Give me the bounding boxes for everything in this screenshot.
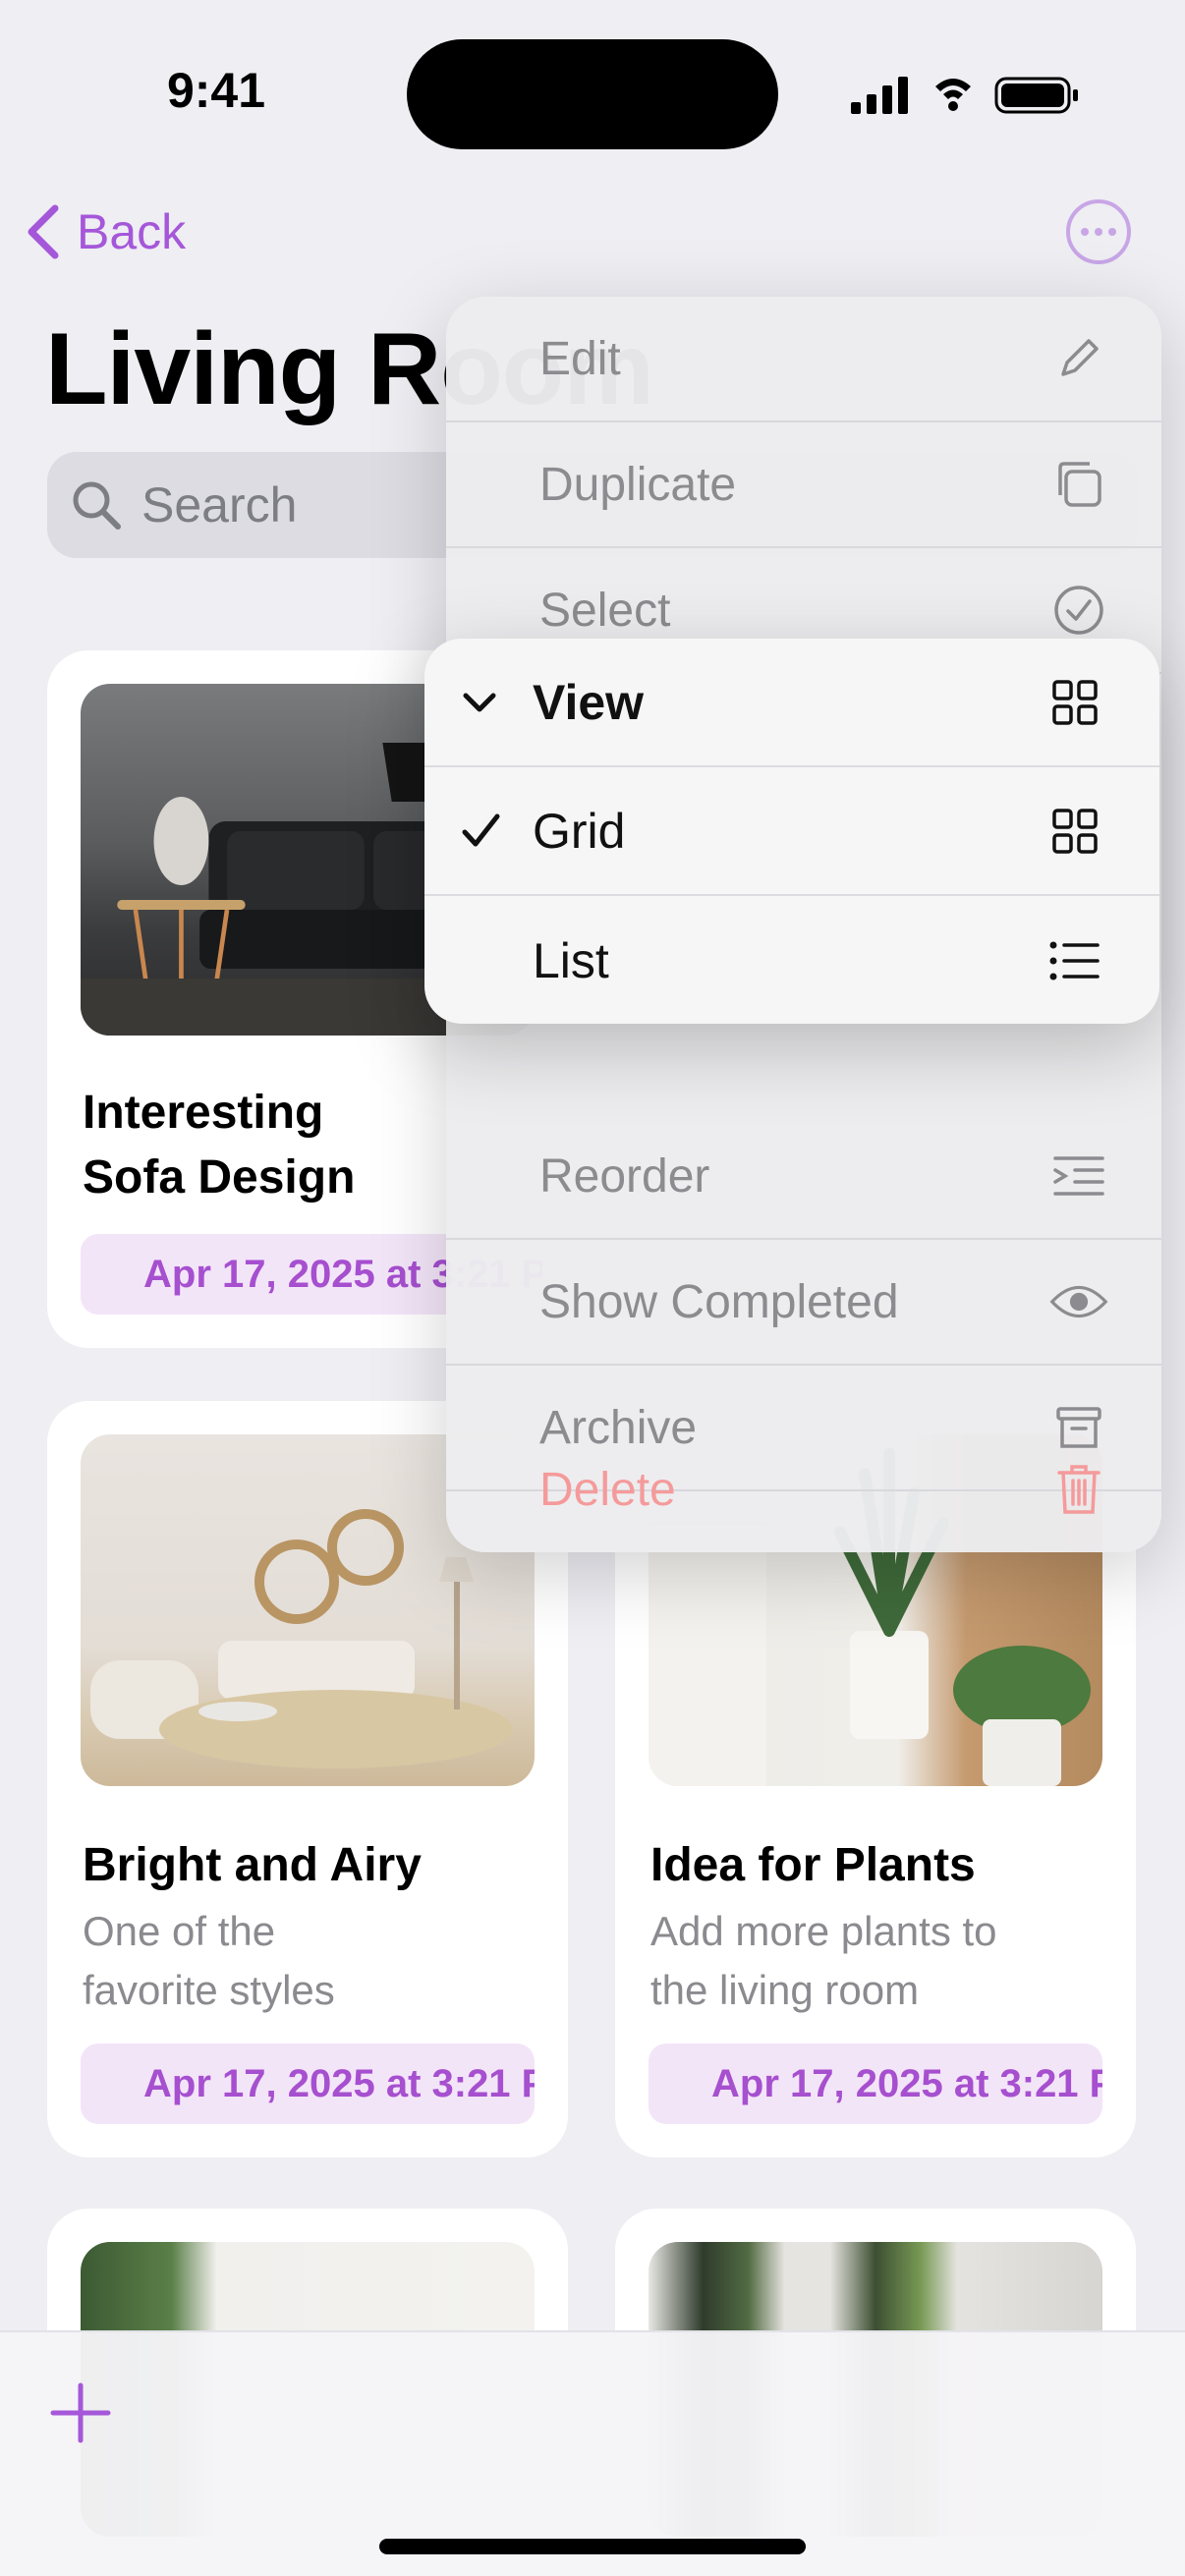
menu-item-label: Select xyxy=(539,584,671,637)
cellular-signal-icon xyxy=(851,77,908,114)
card-title: Interesting xyxy=(83,1087,324,1139)
card-subtitle: favorite styles xyxy=(83,1967,335,2013)
trash-icon xyxy=(1049,1460,1108,1519)
search-placeholder: Search xyxy=(141,477,298,532)
grid-icon xyxy=(1045,673,1104,732)
submenu-header-label: View xyxy=(533,674,645,730)
battery-icon xyxy=(994,77,1078,114)
date-chip: Apr 17, 2025 at 3:21 PM xyxy=(81,2044,535,2124)
card-title: Idea for Plants xyxy=(650,1839,976,1891)
reorder-icon xyxy=(1049,1147,1108,1205)
card-subtitle: Add more plants to xyxy=(650,1908,997,1954)
chevron-left-icon xyxy=(28,204,59,259)
wifi-icon xyxy=(935,79,971,111)
status-time: 9:41 xyxy=(166,63,266,118)
date-chip: Apr 17, 2025 at 3:21 PM xyxy=(649,2044,1102,2124)
checkmark-circle-icon xyxy=(1049,581,1108,640)
back-label: Back xyxy=(77,204,187,259)
menu-item-delete[interactable]: Delete xyxy=(446,1427,1161,1552)
list-icon xyxy=(1045,931,1104,990)
more-options-button[interactable] xyxy=(1066,199,1131,264)
eye-icon xyxy=(1049,1272,1108,1331)
back-button[interactable]: Back xyxy=(24,193,186,271)
menu-item-label: Reorder xyxy=(539,1149,710,1203)
submenu-option-grid[interactable]: Grid xyxy=(424,767,1159,896)
menu-item-label: Delete xyxy=(539,1463,676,1516)
menu-item-reorder[interactable]: Reorder xyxy=(446,1114,1161,1240)
card-subtitle: One of the xyxy=(83,1908,276,1954)
submenu-header-view[interactable]: View xyxy=(424,639,1159,767)
pencil-icon xyxy=(1049,329,1108,388)
view-submenu: View Grid List xyxy=(424,639,1159,1024)
date-label: Apr 17, 2025 at 3:21 PM xyxy=(143,2061,535,2105)
card-title: Sofa Design xyxy=(83,1151,356,1204)
menu-item-show-completed[interactable]: Show Completed xyxy=(446,1240,1161,1366)
card-subtitle: the living room xyxy=(650,1967,920,2013)
card-title: Bright and Airy xyxy=(83,1839,422,1891)
menu-item-duplicate[interactable]: Duplicate xyxy=(446,422,1161,548)
submenu-option-label: Grid xyxy=(533,803,626,859)
dynamic-island xyxy=(407,39,778,149)
chevron-down-icon xyxy=(460,673,519,732)
home-indicator xyxy=(379,2539,806,2554)
menu-item-label: Show Completed xyxy=(539,1275,899,1328)
menu-item-label: Duplicate xyxy=(539,458,737,511)
menu-item-label: Edit xyxy=(539,332,621,385)
submenu-option-list[interactable]: List xyxy=(424,896,1159,1024)
checkmark-icon xyxy=(460,802,519,861)
submenu-option-label: List xyxy=(533,932,609,988)
search-icon xyxy=(73,481,121,530)
duplicate-icon xyxy=(1049,455,1108,514)
checkmark-placeholder xyxy=(460,931,519,990)
menu-item-edit[interactable]: Edit xyxy=(446,297,1161,422)
status-icons xyxy=(851,77,1078,114)
date-label: Apr 17, 2025 at 3:21 PM xyxy=(711,2061,1102,2105)
add-icon[interactable] xyxy=(45,2378,116,2448)
grid-icon xyxy=(1045,802,1104,861)
